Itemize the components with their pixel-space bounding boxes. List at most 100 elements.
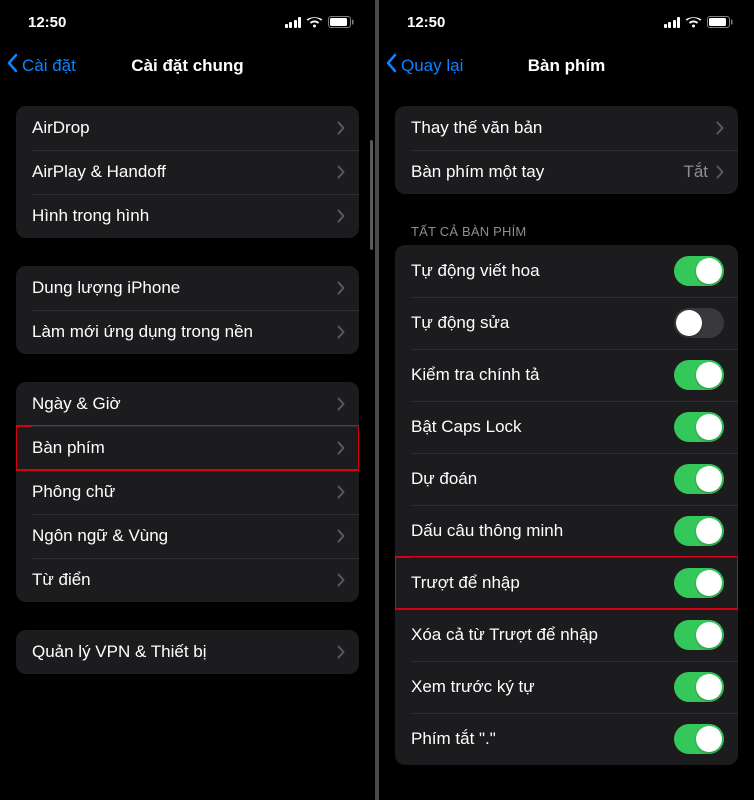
row-label: Xóa cả từ Trượt để nhập [411,625,674,645]
settings-row[interactable]: AirDrop [16,106,359,150]
cellular-signal-icon [664,17,681,28]
settings-group: Dung lượng iPhone Làm mới ứng dụng trong … [16,266,359,354]
row-label: Dấu câu thông minh [411,521,674,541]
cellular-signal-icon [285,17,302,28]
row-detail: Tắt [683,162,708,182]
row-label: Ngày & Giờ [32,394,337,414]
settings-row[interactable]: Hình trong hình [16,194,359,238]
row-label: Phím tắt "." [411,729,674,749]
phone-screen-general: 12:50 Cài đặt Cài đặt chung AirDrop AirPl… [0,0,375,800]
status-indicators [664,16,735,28]
chevron-right-icon [337,209,345,223]
chevron-right-icon [337,441,345,455]
row-label: Kiểm tra chính tả [411,365,674,385]
row-label: Dung lượng iPhone [32,278,337,298]
status-time: 12:50 [28,14,66,31]
toggle-switch[interactable] [674,620,724,650]
row-label: Dự đoán [411,469,674,489]
settings-row[interactable]: Quản lý VPN & Thiết bị [16,630,359,674]
chevron-left-icon [385,53,397,78]
settings-group: Tự động viết hoa Tự động sửa Kiểm tra chín… [395,245,738,765]
toggle-switch[interactable] [674,568,724,598]
battery-icon [328,16,355,28]
settings-row[interactable]: Bàn phím [16,426,359,470]
settings-row[interactable]: Thay thế văn bản [395,106,738,150]
toggle-switch[interactable] [674,308,724,338]
settings-group: Quản lý VPN & Thiết bị [16,630,359,674]
settings-row[interactable]: Phông chữ [16,470,359,514]
settings-row: Bật Caps Lock [395,401,738,453]
toggle-switch[interactable] [674,464,724,494]
toggle-switch[interactable] [674,256,724,286]
settings-row[interactable]: Dung lượng iPhone [16,266,359,310]
settings-row: Tự động viết hoa [395,245,738,297]
settings-row[interactable]: AirPlay & Handoff [16,150,359,194]
chevron-right-icon [337,529,345,543]
settings-group: Ngày & Giờ Bàn phím Phông chữ Ngôn ngữ & Vù… [16,382,359,602]
settings-group: AirDrop AirPlay & Handoff Hình trong hình [16,106,359,238]
settings-row: Trượt để nhập [395,557,738,609]
row-label: Bàn phím [32,438,337,458]
battery-icon [707,16,734,28]
status-time: 12:50 [407,14,445,31]
settings-row: Tự động sửa [395,297,738,349]
wifi-icon [685,16,702,28]
toggle-switch[interactable] [674,672,724,702]
settings-row: Kiểm tra chính tả [395,349,738,401]
chevron-right-icon [337,281,345,295]
settings-row: Dự đoán [395,453,738,505]
settings-row: Xóa cả từ Trượt để nhập [395,609,738,661]
chevron-right-icon [337,573,345,587]
page-title: Cài đặt chung [131,56,243,76]
settings-row[interactable]: Bàn phím một tayTắt [395,150,738,194]
back-label: Cài đặt [22,56,76,76]
chevron-right-icon [716,165,724,179]
row-label: Phông chữ [32,482,337,502]
status-bar: 12:50 [0,0,375,44]
section-header: TẤT CẢ BÀN PHÍM [411,224,738,239]
back-button[interactable]: Quay lại [385,44,463,88]
row-label: AirPlay & Handoff [32,162,337,182]
settings-content[interactable]: Thay thế văn bảnBàn phím một tayTắtTẤT C… [379,88,754,800]
chevron-right-icon [337,165,345,179]
settings-row: Phím tắt "." [395,713,738,765]
chevron-right-icon [337,485,345,499]
nav-header: Quay lại Bàn phím [379,44,754,88]
chevron-left-icon [6,53,18,78]
toggle-switch[interactable] [674,360,724,390]
row-label: Hình trong hình [32,206,337,226]
scroll-indicator[interactable] [370,140,373,250]
settings-row[interactable]: Làm mới ứng dụng trong nền [16,310,359,354]
toggle-switch[interactable] [674,724,724,754]
settings-group: Thay thế văn bảnBàn phím một tayTắt [395,106,738,194]
row-label: AirDrop [32,118,337,138]
row-label: Bật Caps Lock [411,417,674,437]
chevron-right-icon [337,121,345,135]
back-button[interactable]: Cài đặt [6,44,76,88]
settings-row[interactable]: Ngày & Giờ [16,382,359,426]
row-label: Xem trước ký tự [411,677,674,697]
row-label: Từ điển [32,570,337,590]
status-bar: 12:50 [379,0,754,44]
row-label: Làm mới ứng dụng trong nền [32,322,337,342]
row-label: Ngôn ngữ & Vùng [32,526,337,546]
chevron-right-icon [337,645,345,659]
settings-row[interactable]: Từ điển [16,558,359,602]
page-title: Bàn phím [528,56,605,76]
chevron-right-icon [716,121,724,135]
settings-content[interactable]: AirDrop AirPlay & Handoff Hình trong hình D… [0,88,375,800]
toggle-switch[interactable] [674,516,724,546]
row-label: Tự động sửa [411,313,674,333]
phone-screen-keyboard: 12:50 Quay lại Bàn phím Thay thế văn bản… [379,0,754,800]
wifi-icon [306,16,323,28]
row-label: Quản lý VPN & Thiết bị [32,642,337,662]
toggle-switch[interactable] [674,412,724,442]
row-label: Tự động viết hoa [411,261,674,281]
row-label: Bàn phím một tay [411,162,683,182]
chevron-right-icon [337,325,345,339]
status-indicators [285,16,356,28]
settings-row: Dấu câu thông minh [395,505,738,557]
nav-header: Cài đặt Cài đặt chung [0,44,375,88]
settings-row[interactable]: Ngôn ngữ & Vùng [16,514,359,558]
settings-row: Xem trước ký tự [395,661,738,713]
